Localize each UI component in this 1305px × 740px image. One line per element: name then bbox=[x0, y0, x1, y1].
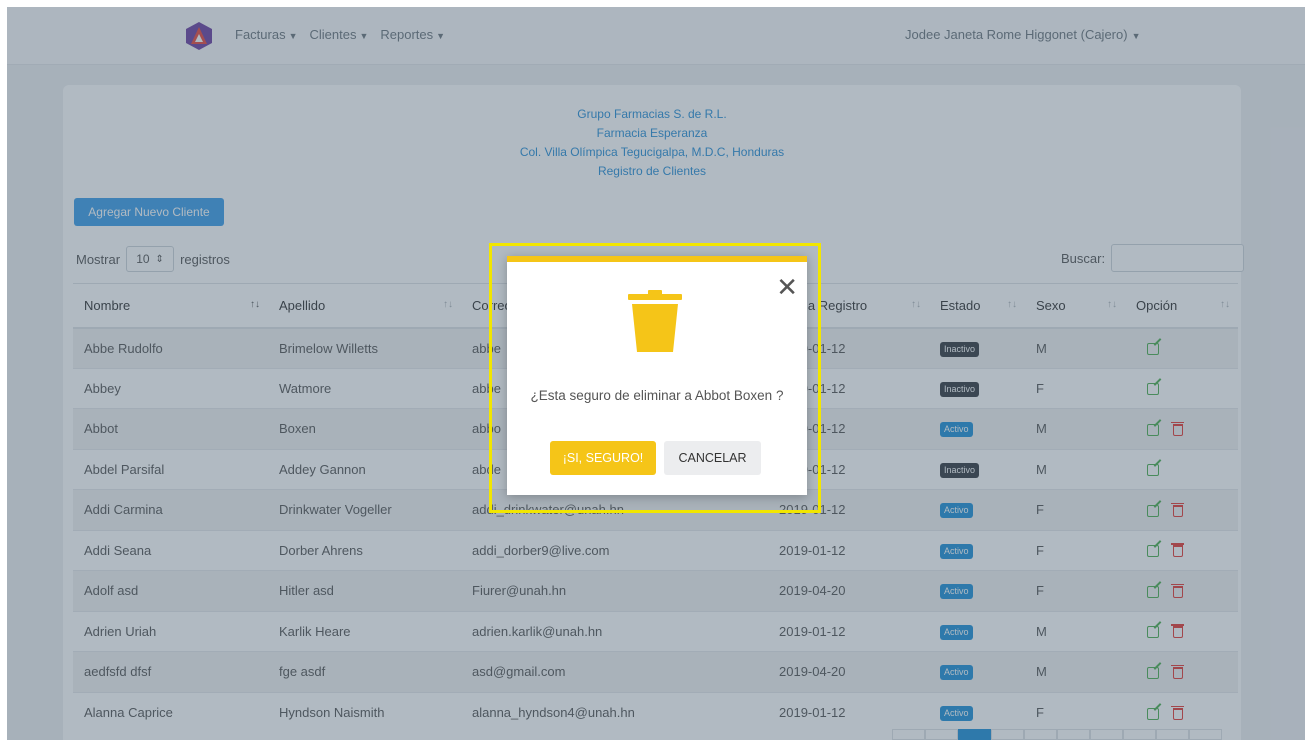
trash-icon bbox=[628, 290, 682, 352]
app-stage: Facturas ▼ Clientes ▼ Reportes ▼ Jodee Jane… bbox=[7, 7, 1305, 740]
close-icon[interactable]: ✕ bbox=[776, 274, 798, 300]
delete-confirm-modal: ✕ ¿Esta seguro de eliminar a Abbot Boxen… bbox=[507, 256, 807, 495]
confirm-message: ¿Esta seguro de eliminar a Abbot Boxen ? bbox=[530, 388, 784, 403]
confirm-delete-button[interactable]: ¡SI, SEGURO! bbox=[550, 441, 656, 475]
cancel-button[interactable]: CANCELAR bbox=[664, 441, 761, 475]
